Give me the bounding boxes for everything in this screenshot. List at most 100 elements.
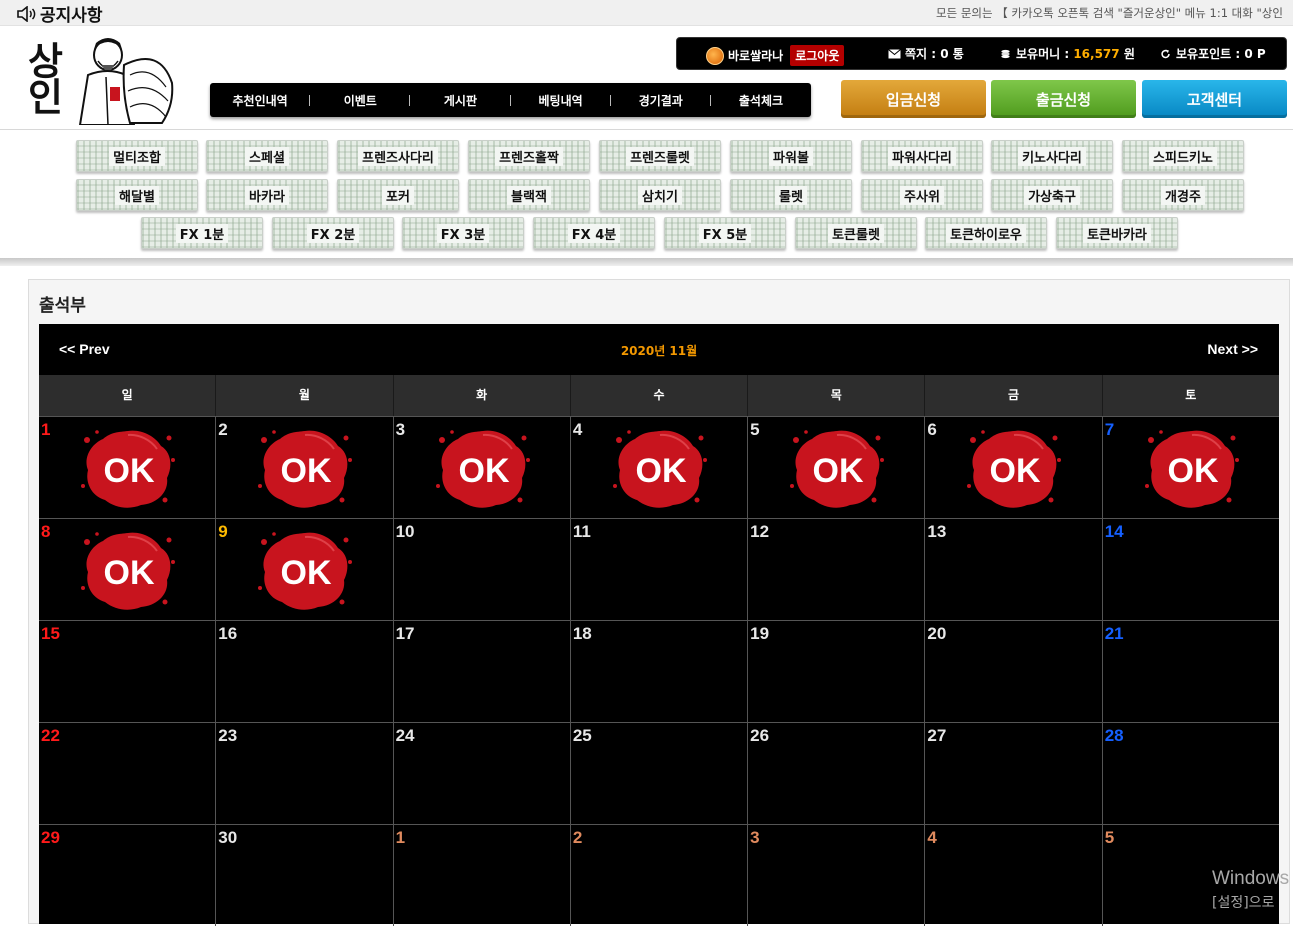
logo-text: 상인 (20, 41, 65, 113)
support-button[interactable]: 고객센터 (1142, 80, 1287, 118)
calendar-week-row: 1 OK 2 OK 3 OK 4 OK 5 OK 6 OK 7 OK (39, 416, 1279, 518)
game-button[interactable]: FX 4분 (533, 217, 655, 249)
logout-button[interactable]: 로그아웃 (790, 45, 845, 66)
game-button[interactable]: FX 2분 (272, 217, 394, 249)
game-button[interactable]: 파워볼 (730, 140, 852, 172)
calendar-day-number: 25 (572, 726, 592, 745)
points-info[interactable]: 보유포인트 : 0 P (1159, 45, 1266, 62)
calendar-day-number: 19 (750, 624, 770, 643)
withdraw-button[interactable]: 출금신청 (991, 80, 1136, 118)
calendar-day-cell[interactable]: 29 (39, 824, 217, 926)
game-button[interactable]: 프렌즈사다리 (337, 140, 459, 172)
game-button[interactable]: 블랙잭 (468, 179, 590, 211)
calendar-day-number: 13 (927, 522, 947, 541)
game-button-label: 토큰룰렛 (828, 223, 884, 243)
game-button[interactable]: 스피드키노 (1122, 140, 1244, 172)
calendar-day-cell[interactable]: 12 (748, 518, 926, 620)
calendar-day-cell[interactable]: 19 (748, 620, 926, 722)
calendar-day-cell[interactable]: 21 (1102, 620, 1279, 722)
game-button[interactable]: 프렌즈룰렛 (599, 140, 721, 172)
calendar-day-cell[interactable]: 18 (570, 620, 749, 722)
nav-referral-history[interactable]: 추천인내역 (210, 92, 311, 109)
calendar-day-number: 2 (572, 828, 583, 847)
next-month-button[interactable]: Next >> (1207, 341, 1258, 357)
calendar-day-cell[interactable]: 7 OK (1102, 416, 1279, 518)
calendar-day-cell[interactable]: 25 (570, 722, 749, 824)
messages-link[interactable]: 쪽지 : 0 통 (888, 45, 964, 62)
calendar-day-cell[interactable]: 27 (925, 722, 1103, 824)
game-button[interactable]: 프렌즈홀짝 (468, 140, 590, 172)
speaker-icon (17, 5, 36, 22)
game-button[interactable]: FX 5분 (664, 217, 786, 249)
game-button[interactable]: 토큰룰렛 (795, 217, 917, 249)
game-button[interactable]: 가상축구 (991, 179, 1113, 211)
nav-events[interactable]: 이벤트 (310, 92, 411, 109)
game-button[interactable]: 주사위 (861, 179, 983, 211)
calendar-day-cell[interactable]: 20 (925, 620, 1103, 722)
game-button[interactable]: FX 3분 (402, 217, 524, 249)
svg-text:OK: OK (1167, 452, 1218, 490)
calendar-day-number: 9 (218, 522, 228, 541)
calendar-day-cell[interactable]: 26 (748, 722, 926, 824)
site-logo[interactable]: 상인 (20, 35, 174, 125)
user-profile: 바로쌀라나 로그아웃 (706, 45, 845, 66)
game-menu: 멀티조합 스페셜 프렌즈사다리 프렌즈홀짝 프렌즈룰렛 파워볼 파워사다리 키노… (0, 131, 1293, 260)
calendar-day-cell[interactable]: 4 (925, 824, 1103, 926)
calendar-day-cell[interactable]: 4 OK (570, 416, 749, 518)
notice-title[interactable]: 공지사항 (16, 1, 103, 26)
calendar-day-cell[interactable]: 22 (39, 722, 217, 824)
calendar-day-number: 7 (1104, 420, 1115, 439)
calendar-day-number: 23 (218, 726, 238, 745)
calendar-day-cell[interactable]: 14 (1102, 518, 1279, 620)
notice-marquee[interactable]: 모든 문의는 【 카카오톡 오픈톡 검색 "즐거운상인" 메뉴 1:1 대화 "… (936, 5, 1283, 21)
game-button[interactable]: 해달별 (76, 179, 198, 211)
game-button[interactable]: 키노사다리 (991, 140, 1113, 172)
nav-betting-history[interactable]: 베팅내역 (511, 92, 611, 109)
weekday-sat: 토 (1185, 388, 1197, 402)
game-button[interactable]: FX 1분 (141, 217, 263, 249)
attendance-ok-stamp-icon: OK (967, 430, 1062, 508)
game-button-label: 개경주 (1161, 185, 1205, 205)
game-button[interactable]: 파워사다리 (861, 140, 983, 172)
game-button[interactable]: 토큰바카라 (1056, 217, 1178, 249)
game-button[interactable]: 멀티조합 (76, 140, 198, 172)
calendar-day-cell[interactable]: 5 OK (748, 416, 926, 518)
nav-match-results[interactable]: 경기결과 (611, 92, 712, 109)
calendar-day-cell[interactable]: 28 (1102, 722, 1279, 824)
game-button[interactable]: 삼치기 (599, 179, 721, 211)
calendar-day-cell[interactable]: 10 (393, 518, 571, 620)
calendar-day-cell[interactable]: 9 OK (216, 518, 394, 620)
deposit-button[interactable]: 입금신청 (841, 80, 986, 118)
calendar-week-row: 22 23 24 25 26 27 28 (39, 722, 1279, 824)
calendar-day-cell[interactable]: 8 OK (39, 518, 217, 620)
calendar-day-cell[interactable]: 16 (216, 620, 394, 722)
calendar-day-cell[interactable]: 17 (393, 620, 571, 722)
weekday-header: 일 월 화 수 목 금 토 (39, 375, 1279, 416)
calendar-day-cell[interactable]: 3 (748, 824, 926, 926)
calendar-day-cell[interactable]: 15 (39, 620, 217, 722)
notice-bar: 공지사항 모든 문의는 【 카카오톡 오픈톡 검색 "즐거운상인" 메뉴 1:1… (0, 0, 1293, 26)
calendar-day-cell[interactable]: 13 (925, 518, 1103, 620)
nav-attendance[interactable]: 출석체크 (711, 92, 811, 109)
calendar-day-cell[interactable]: 1 OK (39, 416, 217, 518)
game-button[interactable]: 토큰하이로우 (925, 217, 1047, 249)
game-button[interactable]: 바카라 (206, 179, 328, 211)
nav-board[interactable]: 게시판 (410, 92, 511, 109)
calendar-day-cell[interactable]: 3 OK (393, 416, 571, 518)
game-button[interactable]: 포커 (337, 179, 459, 211)
calendar-day-cell[interactable]: 2 OK (216, 416, 394, 518)
money-info: 보유머니 : 16,577 원 (999, 45, 1135, 62)
calendar-day-number: 5 (1104, 828, 1115, 847)
calendar-day-cell[interactable]: 24 (393, 722, 571, 824)
points-label: 보유포인트 : 0 P (1176, 47, 1266, 61)
calendar-day-number: 4 (572, 420, 583, 439)
calendar-day-cell[interactable]: 11 (570, 518, 749, 620)
game-button[interactable]: 개경주 (1122, 179, 1244, 211)
calendar-day-cell[interactable]: 2 (570, 824, 749, 926)
game-button[interactable]: 스페셜 (206, 140, 328, 172)
calendar-day-cell[interactable]: 30 (216, 824, 394, 926)
calendar-day-cell[interactable]: 1 (393, 824, 571, 926)
calendar-day-cell[interactable]: 23 (216, 722, 394, 824)
game-button[interactable]: 룰렛 (730, 179, 852, 211)
calendar-day-cell[interactable]: 6 OK (925, 416, 1103, 518)
